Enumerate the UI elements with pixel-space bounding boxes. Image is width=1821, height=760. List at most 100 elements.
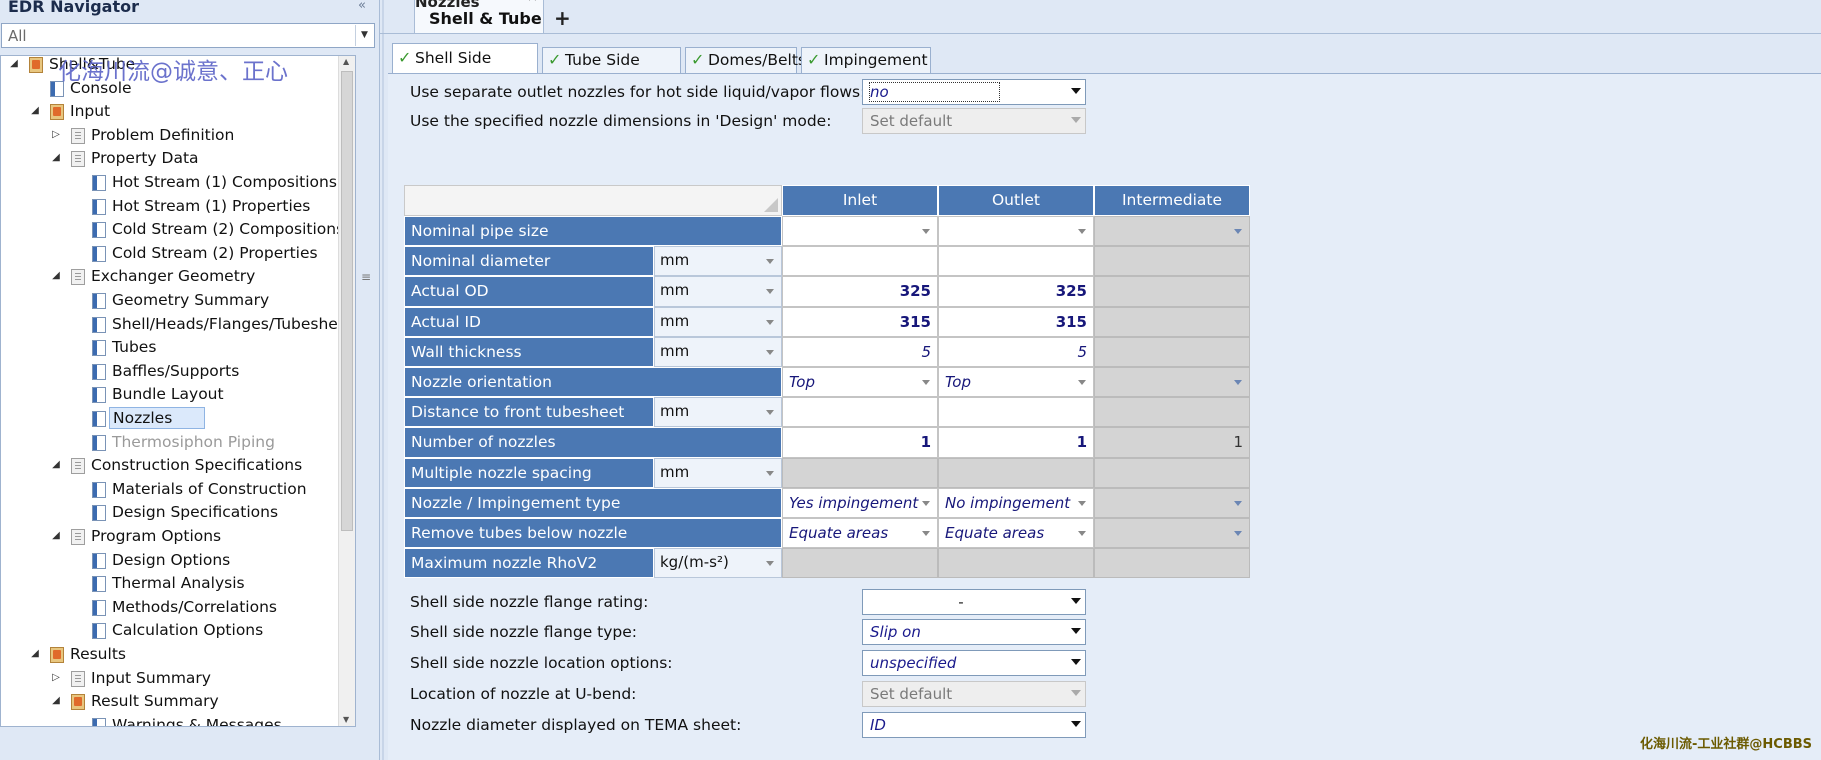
outlet-cell[interactable]: 325 <box>938 276 1094 307</box>
splitter-grip-icon[interactable]: ≡ <box>361 270 371 284</box>
outlet-cell[interactable]: Equate areas <box>938 518 1094 549</box>
chevron-down-icon[interactable] <box>1071 721 1081 727</box>
unit-select[interactable]: kg/(m-s²) <box>654 548 782 579</box>
chevron-down-icon[interactable] <box>1078 531 1086 536</box>
chevron-down-icon[interactable] <box>766 259 774 265</box>
collapse-icon[interactable]: ◢ <box>28 643 42 665</box>
subtab[interactable]: ✓ Impingement <box>801 47 931 73</box>
unit-select[interactable]: mm <box>654 276 782 307</box>
tree-item-label: Baffles/Supports <box>112 361 240 380</box>
outlet-cell[interactable]: 5 <box>938 336 1094 367</box>
cell-value: 5 <box>921 342 931 361</box>
chevron-down-icon[interactable] <box>766 289 774 295</box>
chevron-down-icon[interactable] <box>1078 229 1086 234</box>
unit-select[interactable]: mm <box>654 246 782 277</box>
inlet-cell[interactable]: Equate areas <box>782 518 938 549</box>
unit-value: mm <box>660 311 690 330</box>
collapse-icon[interactable]: ◢ <box>49 265 63 287</box>
tree-scrollbar[interactable]: ▲ ▼ <box>338 56 355 726</box>
chevron-down-icon[interactable] <box>1071 659 1081 665</box>
inlet-cell[interactable]: Top <box>782 367 938 398</box>
collapse-icon[interactable]: ◢ <box>28 100 42 122</box>
inlet-cell[interactable]: 325 <box>782 276 938 307</box>
chevron-down-icon[interactable] <box>1071 628 1081 634</box>
inlet-cell[interactable]: 1 <box>782 427 938 458</box>
document-tab-nozzles[interactable]: Nozzles Shell & Tube × <box>414 0 544 34</box>
outlet-cell[interactable]: Top <box>938 367 1094 398</box>
chevron-down-icon[interactable] <box>922 500 930 506</box>
collapse-icon[interactable]: ◢ <box>7 56 21 75</box>
chevron-down-icon[interactable] <box>1078 380 1086 385</box>
inlet-cell[interactable] <box>782 246 938 277</box>
chevron-down-icon[interactable] <box>766 349 774 355</box>
page-icon <box>92 434 106 451</box>
expand-icon[interactable]: ▷ <box>49 124 63 146</box>
unit-select[interactable]: mm <box>654 397 782 428</box>
outlet-cell <box>938 457 1094 488</box>
chevron-down-icon[interactable] <box>766 470 774 476</box>
chevron-down-icon[interactable] <box>922 380 930 385</box>
chevron-down-icon[interactable] <box>922 531 930 536</box>
intermediate-cell <box>1094 246 1250 277</box>
chevron-down-icon[interactable] <box>1071 88 1081 94</box>
scrollbar-thumb[interactable] <box>341 71 353 531</box>
inlet-cell[interactable]: 315 <box>782 306 938 337</box>
field-label: Shell side nozzle flange rating: <box>410 593 649 611</box>
row-header: Nozzle orientation <box>404 367 782 398</box>
inlet-cell[interactable]: Yes impingement <box>782 487 938 518</box>
chevron-down-icon[interactable]: ▼ <box>355 25 373 46</box>
collapse-icon[interactable]: ◢ <box>49 690 63 712</box>
outlet-cell[interactable] <box>938 246 1094 277</box>
unit-select[interactable]: mm <box>654 306 782 337</box>
page-icon <box>92 717 106 726</box>
chevron-down-icon[interactable] <box>1071 598 1081 604</box>
edr-navigator: EDR Navigator « All ▼ ◢ Shell&Tube Console… <box>0 0 380 760</box>
chevron-down-icon[interactable] <box>766 410 774 416</box>
doc-icon <box>71 458 85 475</box>
chevron-down-icon[interactable] <box>766 561 774 567</box>
expand-icon[interactable]: ▷ <box>49 667 63 689</box>
cell-value: Top <box>945 373 972 391</box>
outlet-cell[interactable]: No impingement <box>938 487 1094 518</box>
page-icon <box>92 175 106 191</box>
collapse-icon[interactable]: « <box>358 0 366 13</box>
doc-icon <box>71 127 85 144</box>
close-icon[interactable]: × <box>527 0 538 5</box>
navigator-filter-select[interactable]: All ▼ <box>1 23 375 48</box>
scroll-down-icon[interactable]: ▼ <box>343 715 349 724</box>
collapse-icon[interactable]: ◢ <box>49 525 63 547</box>
chevron-down-icon[interactable] <box>922 229 930 234</box>
subtab[interactable]: ✓Shell Side Nozzles <box>392 43 538 95</box>
inlet-cell[interactable] <box>782 216 938 247</box>
field-select[interactable]: no <box>862 79 1086 105</box>
field-select[interactable]: - <box>862 589 1086 615</box>
inlet-cell <box>782 457 938 488</box>
outlet-cell[interactable]: 315 <box>938 306 1094 337</box>
unit-select[interactable]: mm <box>654 336 782 367</box>
field-label: Use the specified nozzle dimensions in '… <box>410 112 832 130</box>
subtab[interactable]: ✓Tube Side Nozzles <box>542 47 681 93</box>
field-value: no <box>869 82 1000 102</box>
outlet-cell[interactable] <box>938 397 1094 428</box>
add-tab-icon[interactable]: + <box>554 6 571 30</box>
inlet-cell[interactable]: 5 <box>782 336 938 367</box>
page-icon <box>92 411 106 427</box>
field-select[interactable]: unspecified <box>862 650 1086 676</box>
chevron-down-icon[interactable] <box>1078 500 1086 506</box>
inlet-cell[interactable] <box>782 397 938 428</box>
tree-item-label: Problem Definition <box>91 125 235 144</box>
outlet-cell[interactable]: 1 <box>938 427 1094 458</box>
page-icon <box>92 245 106 262</box>
collapse-icon[interactable]: ◢ <box>49 454 63 476</box>
field-select[interactable]: Slip on <box>862 619 1086 645</box>
panel-divider[interactable] <box>382 0 384 760</box>
outlet-cell[interactable] <box>938 216 1094 247</box>
scroll-up-icon[interactable]: ▲ <box>343 57 349 66</box>
tree-item-label: Design Options <box>112 550 231 569</box>
chevron-down-icon[interactable] <box>766 319 774 325</box>
unit-select[interactable]: mm <box>654 457 782 488</box>
field-value: Set default <box>870 685 953 703</box>
collapse-icon[interactable]: ◢ <box>49 147 63 169</box>
subtab[interactable]: ✓ Domes/Belts <box>685 47 806 73</box>
field-select[interactable]: ID <box>862 712 1086 738</box>
